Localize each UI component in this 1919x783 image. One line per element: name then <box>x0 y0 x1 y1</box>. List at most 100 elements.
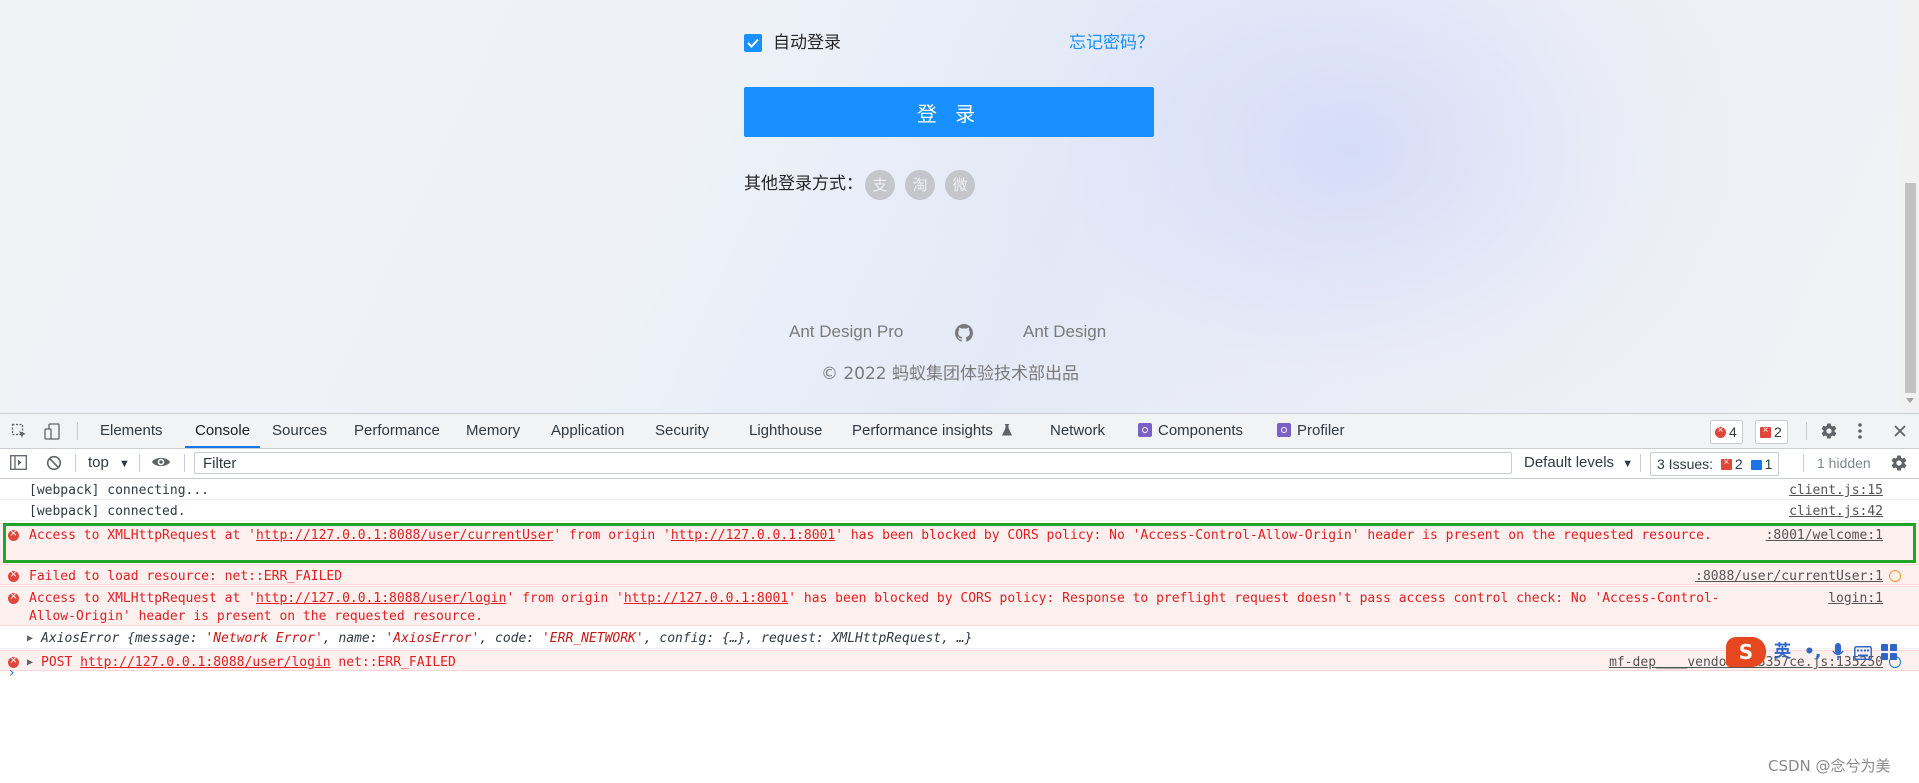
request-initiator-icon[interactable] <box>1889 570 1901 582</box>
console-message-text: ▶ POST http://127.0.0.1:8088/user/login n… <box>27 654 456 672</box>
console-message-text: Access to XMLHttpRequest at 'http://127.… <box>29 528 1712 543</box>
log-levels-value: Default levels <box>1524 454 1615 471</box>
footer-link-ant-design-pro[interactable]: Ant Design Pro <box>789 322 903 342</box>
devtools-panel: Elements Console Sources Performance Mem… <box>0 413 1919 783</box>
auto-login-checkbox[interactable] <box>744 34 762 52</box>
ime-language-toggle[interactable]: 英 <box>1774 641 1791 663</box>
clear-console-icon[interactable] <box>46 455 62 476</box>
taobao-icon[interactable]: 淘 <box>905 170 935 200</box>
chevron-down-icon: ▼ <box>119 458 130 470</box>
issues-counter[interactable]: 3 Issues: 2 1 <box>1650 452 1780 476</box>
close-devtools-icon[interactable] <box>1893 424 1907 443</box>
console-sidebar-icon[interactable] <box>10 455 27 475</box>
console-message-source[interactable]: login:1 <box>1828 590 1883 608</box>
error-url-link[interactable]: http://127.0.0.1:8088/user/currentUser <box>256 528 553 543</box>
auto-login-label[interactable]: 自动登录 <box>773 32 841 54</box>
tab-profiler-label: Profiler <box>1297 422 1345 439</box>
expand-triangle-icon[interactable]: ▶ <box>27 654 33 672</box>
keyboard-icon[interactable] <box>1854 644 1872 666</box>
tab-elements[interactable]: Elements <box>96 414 167 448</box>
tab-components[interactable]: Components <box>1134 414 1247 448</box>
weibo-icon[interactable]: 微 <box>945 170 975 200</box>
console-error-message: Failed to load resource: net::ERR_FAILED… <box>0 564 1919 585</box>
console-settings-gear-icon[interactable] <box>1890 454 1908 477</box>
tab-performance[interactable]: Performance <box>350 414 444 448</box>
copyright-text: 2022 蚂蚁集团体验技术部出品 <box>843 364 1080 384</box>
footer-links: Ant Design Pro Ant Design <box>0 322 1900 346</box>
ime-punctuation-toggle[interactable]: •, <box>1804 641 1821 663</box>
console-toolbar: top ▼ Default levels ▼ 3 Issues: 2 1 1 h… <box>0 449 1919 479</box>
error-url-link[interactable]: http://127.0.0.1:8088/user/login <box>80 655 330 670</box>
tab-memory[interactable]: Memory <box>462 414 524 448</box>
tab-security[interactable]: Security <box>651 414 713 448</box>
settings-gear-icon[interactable] <box>1820 422 1838 445</box>
expand-triangle-icon[interactable]: ▶ <box>27 630 33 648</box>
error-icon <box>8 567 19 583</box>
console-message-text: Access to XMLHttpRequest at 'http://127.… <box>29 591 1720 624</box>
alipay-icon[interactable]: 支 <box>865 170 895 200</box>
console-prompt-chevron-icon[interactable]: › <box>9 665 15 681</box>
tab-network[interactable]: Network <box>1046 414 1109 448</box>
tab-components-label: Components <box>1158 422 1244 439</box>
live-expression-eye-icon[interactable] <box>151 455 171 474</box>
scroll-down-arrow-icon[interactable] <box>1906 398 1914 403</box>
console-message-text: [webpack] connected. <box>29 504 186 519</box>
watermark: CSDN @念兮为美 <box>1768 757 1891 775</box>
issues-badge-count: 2 <box>1774 424 1782 440</box>
console-error-message: ▶POST http://127.0.0.1:8088/user/login n… <box>0 650 1919 671</box>
console-message-source[interactable]: client.js:15 <box>1789 482 1883 500</box>
error-icon <box>8 526 19 542</box>
issue-error-icon <box>1760 423 1771 439</box>
react-profiler-icon <box>1277 423 1291 437</box>
inspect-element-icon[interactable] <box>11 423 28 445</box>
ime-apps-grid-icon[interactable] <box>1881 644 1897 666</box>
error-count: 4 <box>1729 424 1737 440</box>
forgot-password-link[interactable]: 忘记密码？ <box>1069 32 1154 54</box>
issues-info-count: 1 <box>1764 456 1773 472</box>
console-message-source[interactable]: :8001/welcome:1 <box>1766 527 1883 545</box>
page-scrollbar-thumb[interactable] <box>1905 183 1916 393</box>
github-icon[interactable] <box>955 324 974 346</box>
error-icon <box>8 589 19 605</box>
issue-error-icon <box>1720 455 1732 471</box>
tab-sources[interactable]: Sources <box>268 414 331 448</box>
toolbar-divider <box>1640 454 1641 472</box>
auto-login-row: 自动登录 忘记密码？ <box>744 32 1154 56</box>
hidden-messages-count: 1 hidden <box>1817 455 1871 471</box>
origin-url-link[interactable]: http://127.0.0.1:8001 <box>624 591 788 606</box>
error-url-link[interactable]: http://127.0.0.1:8088/user/login <box>256 591 506 606</box>
tab-divider <box>77 422 78 440</box>
tab-application[interactable]: Application <box>547 414 628 448</box>
chevron-down-icon: ▼ <box>1622 458 1634 470</box>
page-scrollbar[interactable] <box>1902 0 1919 413</box>
issues-badge[interactable]: 2 <box>1755 420 1788 444</box>
microphone-icon[interactable] <box>1832 643 1844 666</box>
tab-performance-insights[interactable]: Performance insights <box>848 414 1016 448</box>
console-message: [webpack] connecting... client.js:15 <box>0 479 1919 500</box>
login-page: 自动登录 忘记密码？ 登 录 其他登录方式： 支 淘 微 Ant Design … <box>0 0 1919 413</box>
device-toolbar-icon[interactable] <box>44 423 61 445</box>
console-object-message[interactable]: ▶ AxiosError {message: 'Network Error', n… <box>0 627 1919 649</box>
console-message-source[interactable]: :8088/user/currentUser:1 <box>1695 568 1883 586</box>
tab-console[interactable]: Console <box>185 414 261 448</box>
login-button[interactable]: 登 录 <box>744 87 1154 137</box>
other-login-label: 其他登录方式： <box>744 174 863 194</box>
console-message-text: [webpack] connecting... <box>29 483 210 498</box>
origin-url-link[interactable]: http://127.0.0.1:8001 <box>671 528 835 543</box>
console-error-message: Access to XMLHttpRequest at 'http://127.… <box>0 523 1919 563</box>
footer-link-ant-design[interactable]: Ant Design <box>1023 322 1106 342</box>
console-message-source[interactable]: client.js:42 <box>1789 503 1883 521</box>
sogou-ime-logo-icon[interactable]: S <box>1726 637 1766 667</box>
log-levels-dropdown[interactable]: Default levels ▼ <box>1524 454 1633 471</box>
error-count-badge[interactable]: 4 <box>1710 420 1743 444</box>
tab-lighthouse[interactable]: Lighthouse <box>745 414 826 448</box>
error-icon <box>1715 423 1726 439</box>
axios-error-object[interactable]: ▶ AxiosError {message: 'Network Error', n… <box>27 630 1749 648</box>
issues-error-count: 2 <box>1734 456 1743 472</box>
console-filter-input[interactable] <box>194 452 1512 474</box>
more-options-icon[interactable] <box>1857 422 1863 445</box>
experiment-flask-icon <box>1002 415 1013 449</box>
issues-label: 3 Issues: <box>1657 456 1714 472</box>
tab-profiler[interactable]: Profiler <box>1273 414 1349 448</box>
context-selector[interactable]: top ▼ <box>88 454 130 471</box>
